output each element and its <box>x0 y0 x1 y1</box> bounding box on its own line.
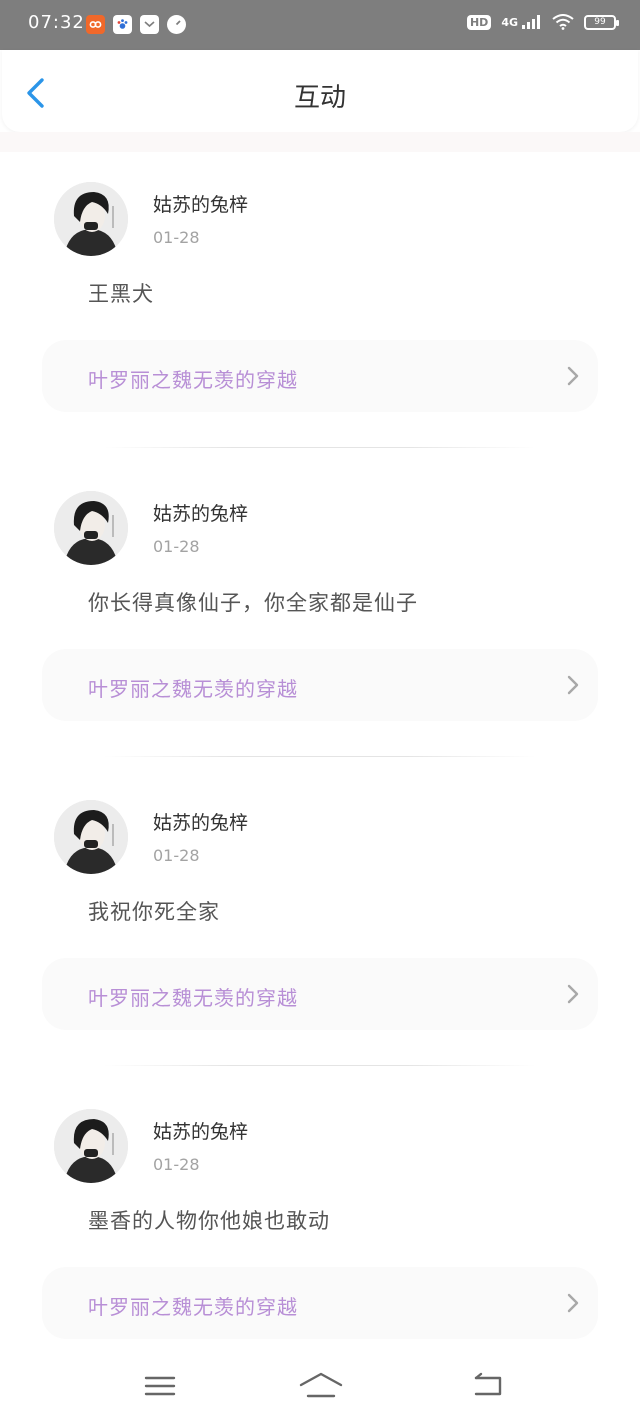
signal-icon: 4G <box>501 15 542 29</box>
speed-notification-icon <box>167 15 186 34</box>
page-title: 互动 <box>293 83 346 113</box>
chevron-right-icon <box>567 984 579 1004</box>
divider <box>104 1065 536 1066</box>
book-link[interactable]: 叶罗丽之魏无羡的穿越 <box>42 340 598 412</box>
divider <box>104 447 536 448</box>
book-title: 叶罗丽之魏无羡的穿越 <box>88 986 298 1010</box>
system-nav-bar <box>0 1352 640 1422</box>
system-back-button[interactable] <box>468 1370 508 1402</box>
network-type: 4G <box>501 16 518 29</box>
interaction-item: 姑苏的兔梓 01-28 墨香的人物你他娘也敢动 叶罗丽之魏无羡的穿越 <box>0 1079 640 1388</box>
status-time: 07:32 <box>28 12 85 33</box>
paw-notification-icon <box>113 15 132 34</box>
book-title: 叶罗丽之魏无羡的穿越 <box>88 368 298 392</box>
back-icon <box>474 1372 502 1396</box>
comment-text: 墨香的人物你他娘也敢动 <box>88 1209 330 1233</box>
book-title: 叶罗丽之魏无羡的穿越 <box>88 1295 298 1319</box>
comment-text: 王黑犬 <box>88 282 154 306</box>
avatar[interactable] <box>54 1109 128 1183</box>
wifi-icon <box>552 14 574 30</box>
mail-notification-icon <box>140 15 159 34</box>
notification-icons <box>86 15 186 34</box>
divider <box>104 756 536 757</box>
post-date: 01-28 <box>153 846 200 865</box>
avatar[interactable] <box>54 182 128 256</box>
interaction-item: 姑苏的兔梓 01-28 你长得真像仙子，你全家都是仙子 叶罗丽之魏无羡的穿越 <box>0 461 640 770</box>
header-spacer <box>0 132 640 152</box>
post-date: 01-28 <box>153 1155 200 1174</box>
book-title: 叶罗丽之魏无羡的穿越 <box>88 677 298 701</box>
avatar[interactable] <box>54 491 128 565</box>
page-header: 互动 <box>2 50 638 132</box>
comment-text: 我祝你死全家 <box>88 900 220 924</box>
interaction-item: 姑苏的兔梓 01-28 我祝你死全家 叶罗丽之魏无羡的穿越 <box>0 770 640 1079</box>
post-date: 01-28 <box>153 228 200 247</box>
book-link[interactable]: 叶罗丽之魏无羡的穿越 <box>42 1267 598 1339</box>
app-notification-icon <box>86 15 105 34</box>
status-bar: 07:32 HD 4G 99 <box>0 0 640 50</box>
interaction-feed: 姑苏的兔梓 01-28 王黑犬 叶罗丽之魏无羡的穿越 姑苏的兔梓 01-28 你… <box>0 152 640 1388</box>
battery-icon: 99 <box>584 14 619 30</box>
status-indicators: HD 4G 99 <box>466 14 619 30</box>
username[interactable]: 姑苏的兔梓 <box>153 1117 248 1144</box>
home-button[interactable] <box>298 1370 344 1402</box>
home-icon <box>299 1372 343 1398</box>
interaction-item: 姑苏的兔梓 01-28 王黑犬 叶罗丽之魏无羡的穿越 <box>0 152 640 461</box>
battery-level: 99 <box>594 17 606 27</box>
chevron-right-icon <box>567 675 579 695</box>
avatar[interactable] <box>54 800 128 874</box>
comment-text: 你长得真像仙子，你全家都是仙子 <box>88 591 418 615</box>
book-link[interactable]: 叶罗丽之魏无羡的穿越 <box>42 958 598 1030</box>
chevron-right-icon <box>567 366 579 386</box>
menu-icon <box>144 1376 176 1396</box>
username[interactable]: 姑苏的兔梓 <box>153 499 248 526</box>
username[interactable]: 姑苏的兔梓 <box>153 190 248 217</box>
post-date: 01-28 <box>153 537 200 556</box>
menu-button[interactable] <box>140 1370 180 1402</box>
book-link[interactable]: 叶罗丽之魏无羡的穿越 <box>42 649 598 721</box>
chevron-right-icon <box>567 1293 579 1313</box>
username[interactable]: 姑苏的兔梓 <box>153 808 248 835</box>
hd-badge: HD <box>466 14 492 30</box>
